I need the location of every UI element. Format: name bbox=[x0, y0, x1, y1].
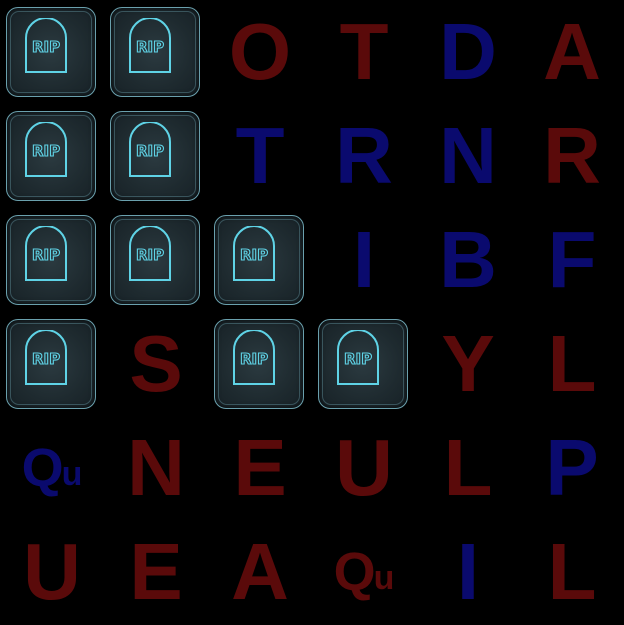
tombstone-label: RIP bbox=[344, 350, 372, 368]
tombstone-label: RIP bbox=[136, 38, 164, 56]
tombstone-label: RIP bbox=[240, 246, 268, 264]
tombstone-tile[interactable]: RIP bbox=[0, 208, 104, 312]
letter-glyph: U bbox=[335, 423, 393, 512]
letter-cell[interactable]: F bbox=[520, 208, 624, 312]
letter-cell[interactable]: U bbox=[0, 520, 104, 624]
tombstone-tile[interactable]: RIP bbox=[0, 0, 104, 104]
letter-cell[interactable]: D bbox=[416, 0, 520, 104]
tombstone-icon: RIP bbox=[129, 122, 171, 177]
letter-cell[interactable]: Qu bbox=[0, 416, 104, 520]
letter-cell[interactable]: S bbox=[104, 312, 208, 416]
tombstone-icon: RIP bbox=[129, 18, 171, 73]
letter-cell[interactable]: L bbox=[416, 416, 520, 520]
tombstone-tile[interactable]: RIP bbox=[104, 104, 208, 208]
letter-cell[interactable]: R bbox=[312, 104, 416, 208]
letter-cell[interactable]: U bbox=[312, 416, 416, 520]
letter-cell[interactable]: I bbox=[416, 520, 520, 624]
letter-cell[interactable]: L bbox=[520, 312, 624, 416]
letter-glyph: F bbox=[547, 215, 597, 304]
letter-cell[interactable]: L bbox=[520, 520, 624, 624]
letter-glyph: I bbox=[352, 215, 376, 304]
tombstone-label: RIP bbox=[32, 350, 60, 368]
letter-glyph: L bbox=[547, 527, 597, 616]
tombstone-icon: RIP bbox=[25, 18, 67, 73]
tombstone-tile[interactable]: RIP bbox=[208, 312, 312, 416]
tombstone-icon: RIP bbox=[233, 226, 275, 281]
letter-cell[interactable]: E bbox=[104, 520, 208, 624]
letter-glyph: E bbox=[233, 423, 287, 512]
tombstone-label: RIP bbox=[136, 246, 164, 264]
tombstone-icon: RIP bbox=[25, 226, 67, 281]
tombstone-label: RIP bbox=[32, 38, 60, 56]
letter-glyph: A bbox=[543, 7, 601, 96]
letter-cell[interactable]: O bbox=[208, 0, 312, 104]
tombstone-icon: RIP bbox=[129, 226, 171, 281]
tombstone-tile[interactable]: RIP bbox=[0, 312, 104, 416]
letter-glyph: T bbox=[235, 111, 285, 200]
letter-cell[interactable]: I bbox=[312, 208, 416, 312]
letter-glyph: D bbox=[439, 7, 497, 96]
letter-glyph: R bbox=[543, 111, 601, 200]
letter-cell[interactable]: A bbox=[520, 0, 624, 104]
tombstone-tile[interactable]: RIP bbox=[0, 104, 104, 208]
letter-glyph: R bbox=[335, 111, 393, 200]
tombstone-tile[interactable]: RIP bbox=[104, 0, 208, 104]
letter-cell[interactable]: Qu bbox=[312, 520, 416, 624]
letter-cell[interactable]: P bbox=[520, 416, 624, 520]
letter-board: RIP RIP O T D A RIP RIP T R N R RIP RIP RIP I B F RIP S RIP R… bbox=[0, 0, 624, 625]
letter-glyph: P bbox=[545, 423, 599, 512]
tombstone-tile[interactable]: RIP bbox=[312, 312, 416, 416]
tombstone-icon: RIP bbox=[25, 122, 67, 177]
letter-glyph: T bbox=[339, 7, 389, 96]
letter-cell[interactable]: Y bbox=[416, 312, 520, 416]
letter-glyph: A bbox=[231, 527, 289, 616]
letter-glyph: B bbox=[439, 215, 497, 304]
tombstone-label: RIP bbox=[240, 350, 268, 368]
letter-cell[interactable]: E bbox=[208, 416, 312, 520]
tombstone-label: RIP bbox=[136, 142, 164, 160]
letter-glyph: Qu bbox=[21, 438, 83, 498]
letter-cell[interactable]: R bbox=[520, 104, 624, 208]
letter-glyph: N bbox=[439, 111, 497, 200]
letter-glyph: I bbox=[456, 527, 480, 616]
letter-cell[interactable]: T bbox=[208, 104, 312, 208]
letter-cell[interactable]: B bbox=[416, 208, 520, 312]
tombstone-tile[interactable]: RIP bbox=[208, 208, 312, 312]
letter-glyph: S bbox=[129, 319, 183, 408]
letter-cell[interactable]: N bbox=[104, 416, 208, 520]
letter-glyph: U bbox=[23, 527, 81, 616]
letter-glyph: L bbox=[443, 423, 493, 512]
letter-glyph: Qu bbox=[333, 542, 395, 602]
letter-cell[interactable]: T bbox=[312, 0, 416, 104]
tombstone-label: RIP bbox=[32, 246, 60, 264]
letter-cell[interactable]: A bbox=[208, 520, 312, 624]
letter-glyph: O bbox=[228, 7, 292, 96]
letter-glyph: Y bbox=[441, 319, 495, 408]
tombstone-icon: RIP bbox=[233, 330, 275, 385]
tombstone-tile[interactable]: RIP bbox=[104, 208, 208, 312]
letter-glyph: L bbox=[547, 319, 597, 408]
tombstone-label: RIP bbox=[32, 142, 60, 160]
tombstone-icon: RIP bbox=[25, 330, 67, 385]
tombstone-icon: RIP bbox=[337, 330, 379, 385]
letter-glyph: E bbox=[129, 527, 183, 616]
letter-cell[interactable]: N bbox=[416, 104, 520, 208]
letter-glyph: N bbox=[127, 423, 185, 512]
